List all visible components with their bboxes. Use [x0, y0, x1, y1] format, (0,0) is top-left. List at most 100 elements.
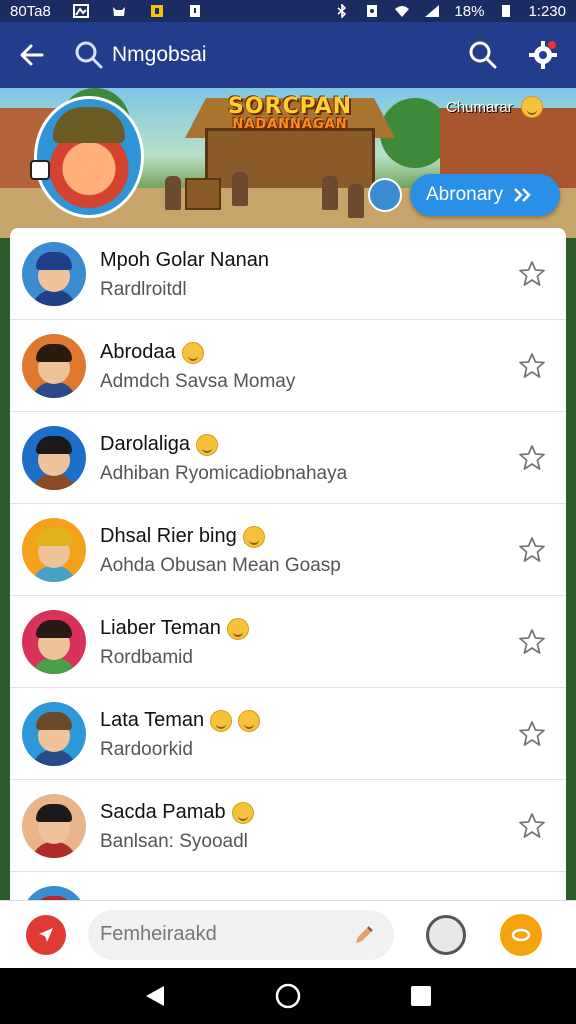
- battery-icon: [502, 5, 511, 17]
- contact-text: Abrodaa Admdch Savsa Momay: [100, 339, 518, 393]
- contact-subtitle: Adhiban Ryomicadiobnahaya: [100, 462, 348, 484]
- contact-avatar: [22, 885, 86, 900]
- avatar-body: [32, 657, 76, 674]
- follower-avatar[interactable]: [368, 178, 402, 212]
- contact-row[interactable]: Abrodaa Admdch Savsa Momay: [10, 320, 566, 412]
- recents-square-icon[interactable]: [410, 985, 432, 1007]
- search-button[interactable]: [468, 40, 498, 70]
- contact-text: Mpoh Golar Nanan Rardlroitdl: [100, 247, 518, 301]
- star-icon[interactable]: [518, 536, 546, 564]
- profile-avatar[interactable]: [34, 96, 144, 218]
- navigate-button[interactable]: [26, 914, 66, 955]
- settings-gear-icon[interactable]: [528, 40, 558, 70]
- smile-emoji-icon: [210, 709, 233, 732]
- contact-name: Abrodaa: [100, 339, 518, 367]
- contact-text: Sacda Pamab Banlsan: Syooadl: [100, 799, 518, 853]
- star-icon[interactable]: [518, 444, 546, 472]
- banner-tag: Chumarar: [446, 96, 543, 118]
- avatar-body: [32, 381, 76, 398]
- avatar-hair: [36, 343, 72, 362]
- carrier-text: 80Ta8: [10, 2, 51, 20]
- orange-action-button[interactable]: [500, 913, 542, 956]
- contact-name-text: Liaber Teman: [100, 617, 221, 639]
- chevron-right-icon: [514, 188, 531, 202]
- contact-subtitle: Banlsan: Syooadl: [100, 830, 248, 852]
- contact-row[interactable]: Domai: [10, 872, 566, 900]
- contact-subtitle: Admdch Savsa Momay: [100, 370, 296, 392]
- banner-tag-text: Chumarar: [446, 98, 513, 116]
- avatar-hair: [36, 711, 72, 730]
- contact-row[interactable]: Lata Teman Rardoorkid: [10, 688, 566, 780]
- pencil-icon[interactable]: [352, 923, 376, 947]
- star-icon[interactable]: [518, 352, 546, 380]
- contact-name: Lata Teman: [100, 707, 518, 735]
- contact-row[interactable]: Sacda Pamab Banlsan: Syooadl: [10, 780, 566, 872]
- contact-row[interactable]: Dhsal Rier bing Aohda Obusan Mean Goasp: [10, 504, 566, 596]
- contact-avatar: [22, 425, 86, 490]
- contact-name-text: Mpoh Golar Nanan: [100, 249, 269, 271]
- contact-subtitle: Rardlroitdl: [100, 278, 187, 300]
- mic-button[interactable]: [426, 914, 466, 955]
- app-bar: Nmgobsai: [0, 22, 576, 88]
- villager-figure: [232, 172, 248, 206]
- contact-row[interactable]: Mpoh Golar Nanan Rardlroitdl: [10, 228, 566, 320]
- back-triangle-icon[interactable]: [144, 984, 166, 1008]
- game-logo-title: SORCPAN: [227, 94, 353, 119]
- contact-name-text: Dhsal Rier bing: [100, 525, 237, 547]
- follow-button[interactable]: Abronary: [410, 174, 560, 216]
- contact-text: Liaber Teman Rordbamid: [100, 615, 518, 669]
- contact-name: Mpoh Golar Nanan: [100, 247, 518, 275]
- contact-name: Darolaliga: [100, 431, 518, 459]
- clock-text: 1:230: [528, 2, 566, 20]
- contact-name: Liaber Teman: [100, 615, 518, 643]
- message-input[interactable]: Femheiraakd: [88, 909, 394, 960]
- smile-emoji-icon: [196, 433, 219, 456]
- avatar-hair: [36, 435, 72, 454]
- home-circle-icon[interactable]: [275, 983, 301, 1009]
- contact-name-text: Sacda Pamab: [100, 801, 226, 823]
- navigation-arrow-icon: [39, 927, 53, 942]
- contact-name-text: Darolaliga: [100, 433, 191, 455]
- follow-button-label: Abronary: [426, 184, 504, 205]
- bluetooth-icon: [337, 4, 347, 18]
- avatar-body: [32, 289, 76, 306]
- avatar-hair: [36, 619, 72, 638]
- contact-avatar: [22, 333, 86, 398]
- flag-icon[interactable]: [30, 160, 50, 180]
- contact-avatar: [22, 609, 86, 674]
- star-icon[interactable]: [518, 628, 546, 656]
- avatar-hair: [36, 527, 72, 546]
- avatar-hair: [36, 803, 72, 822]
- contact-row[interactable]: Liaber Teman Rordbamid: [10, 596, 566, 688]
- star-icon[interactable]: [518, 720, 546, 748]
- smile-emoji-icon: [520, 96, 543, 118]
- hat-illustration: [53, 107, 125, 143]
- game-logo: SORCPAN NADANNAGAN: [215, 94, 365, 132]
- avatar-body: [32, 749, 76, 766]
- avatar-body: [32, 841, 76, 858]
- circle-button-icon: [511, 928, 531, 941]
- contact-text: Dhsal Rier bing Aohda Obusan Mean Goasp: [100, 523, 518, 577]
- signal-icon: [425, 5, 440, 17]
- contact-avatar: [22, 517, 86, 582]
- contact-avatar: [22, 701, 86, 766]
- contact-subtitle: Aohda Obusan Mean Goasp: [100, 554, 341, 576]
- avatar-body: [32, 565, 76, 582]
- contact-name-text: Lata Teman: [100, 709, 205, 731]
- smile-emoji-icon: [238, 709, 261, 732]
- villager-figure: [165, 176, 181, 210]
- star-icon[interactable]: [518, 812, 546, 840]
- contact-row[interactable]: Darolaliga Adhiban Ryomicadiobnahaya: [10, 412, 566, 504]
- sim-icon: [189, 5, 200, 17]
- battery-text: 18%: [454, 2, 485, 20]
- search-field[interactable]: Nmgobsai: [64, 33, 207, 77]
- cat-icon: [112, 7, 125, 16]
- search-query-text: Nmgobsai: [112, 43, 207, 66]
- contact-text: Darolaliga Adhiban Ryomicadiobnahaya: [100, 431, 518, 485]
- search-icon: [75, 41, 103, 69]
- contact-list: Mpoh Golar Nanan Rardlroitdl Abrodaa Admdch…: [10, 228, 566, 900]
- back-button[interactable]: [0, 22, 64, 88]
- arrow-left-icon: [20, 44, 44, 66]
- image-icon: [72, 4, 89, 18]
- star-icon[interactable]: [518, 260, 546, 288]
